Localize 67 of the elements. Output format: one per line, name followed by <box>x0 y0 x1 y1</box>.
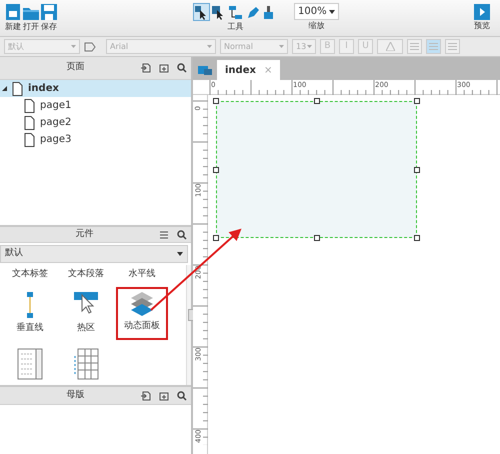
resize-handle[interactable] <box>314 98 320 104</box>
tools-label: 工具 <box>228 21 244 33</box>
page-tree-item[interactable]: index <box>0 80 191 97</box>
list-frame-icon <box>17 348 43 380</box>
caret-icon <box>71 45 76 48</box>
caret-icon <box>177 252 183 256</box>
caret-icon <box>329 10 335 14</box>
align-icon <box>410 43 419 50</box>
page-icon <box>12 82 23 96</box>
page-icon <box>24 132 35 146</box>
widget-item[interactable]: 文本标签 <box>4 265 56 277</box>
pointer-icon <box>194 4 209 20</box>
page-tree-item[interactable]: page3 <box>0 131 191 148</box>
zoom-dropdown[interactable]: 100% <box>294 3 339 20</box>
stacked-layers-icon <box>130 291 154 317</box>
pen-icon <box>245 4 260 20</box>
zoom-label: 缩放 <box>308 20 324 32</box>
page-tree-item[interactable]: page1 <box>0 97 191 114</box>
grid-table-icon <box>73 348 99 380</box>
search-icon[interactable] <box>177 230 187 240</box>
resize-handle[interactable] <box>414 235 420 241</box>
page-icon <box>24 116 35 130</box>
caret-icon <box>207 45 212 48</box>
align-icon <box>448 43 457 50</box>
resize-handle[interactable] <box>213 235 219 241</box>
file-button[interactable]: 新建 <box>4 3 22 33</box>
widget-item[interactable]: 水平线 <box>116 265 168 277</box>
resize-handle[interactable] <box>213 98 219 104</box>
tool-button[interactable] <box>227 3 244 21</box>
add-folder-icon[interactable] <box>159 63 169 73</box>
text-color-button[interactable] <box>377 39 403 54</box>
add-page-icon[interactable] <box>141 390 151 400</box>
file-button[interactable]: 打开 <box>22 3 40 33</box>
expanded-caret-icon <box>2 86 7 91</box>
font-color-icon <box>386 42 394 51</box>
caret-icon <box>279 45 284 48</box>
panel-title: 页面 <box>66 61 86 74</box>
canvas-tab[interactable]: index × <box>217 60 280 80</box>
add-page-icon[interactable] <box>141 63 151 73</box>
file-icon <box>4 3 22 21</box>
resize-handle[interactable] <box>213 166 219 172</box>
search-icon[interactable] <box>177 390 187 400</box>
panel-title: 母版 <box>66 388 86 402</box>
tool-button[interactable] <box>193 3 210 21</box>
search-icon[interactable] <box>177 63 187 73</box>
widget-item[interactable]: 文本段落 <box>60 265 112 277</box>
connector-icon <box>228 4 243 20</box>
preview-button[interactable]: 预览 <box>474 4 490 32</box>
pointer-icon <box>211 4 226 20</box>
widget-item[interactable]: 热区 <box>60 287 112 340</box>
resize-handle[interactable] <box>414 98 420 104</box>
page-layout-icon <box>197 64 213 76</box>
page-tree-item[interactable]: page2 <box>0 114 191 131</box>
panel-title: 元件 <box>74 228 94 241</box>
play-icon <box>474 4 490 20</box>
align-icon <box>429 43 438 50</box>
widget-item[interactable]: 动态面板 <box>116 287 168 340</box>
resize-handle[interactable] <box>414 166 420 172</box>
menu-icon[interactable] <box>159 230 169 240</box>
caret-icon <box>307 45 312 48</box>
add-folder-icon[interactable] <box>159 390 169 400</box>
page-icon <box>24 98 35 112</box>
file-button[interactable]: 保存 <box>40 3 58 33</box>
style-icon <box>84 40 96 52</box>
library-dropdown[interactable]: 默认 <box>0 245 188 263</box>
resize-handle[interactable] <box>314 235 320 241</box>
widget-item[interactable]: 垂直线 <box>4 287 56 340</box>
